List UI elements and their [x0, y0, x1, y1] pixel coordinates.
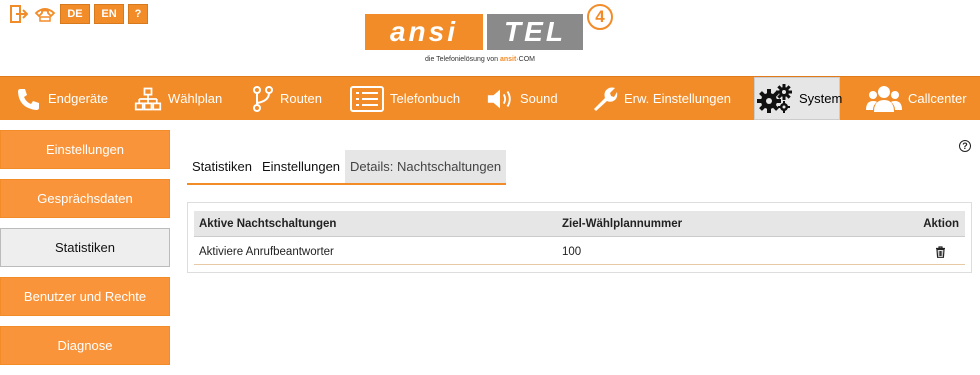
lang-de-button[interactable]: DE	[60, 4, 90, 24]
nav-label: System	[799, 91, 843, 106]
logo-ansi: ansi	[365, 14, 483, 50]
top-icons: DE EN ?	[8, 4, 148, 24]
nav-label: Callcenter	[908, 91, 967, 106]
gears-icon	[757, 83, 793, 113]
table-row: Aktiviere Anrufbeantworter 100	[194, 239, 965, 265]
nav-system[interactable]: System	[754, 77, 843, 120]
nav-label: Endgeräte	[48, 91, 108, 106]
sidebar-item-einstellungen[interactable]: Einstellungen	[0, 130, 170, 169]
delete-button[interactable]	[933, 239, 947, 265]
nav-label: Routen	[280, 91, 322, 106]
tab-einstellungen[interactable]: Einstellungen	[257, 150, 345, 183]
logo-version: 4	[587, 4, 613, 30]
sidebar-item-benutzer-und-rechte[interactable]: Benutzer und Rechte	[0, 277, 170, 316]
speaker-icon	[486, 85, 514, 113]
sidebar-item-gespraechsdaten[interactable]: Gesprächsdaten	[0, 179, 170, 218]
tab-bar: Statistiken Einstellungen Details: Nacht…	[187, 150, 507, 185]
tab-statistiken[interactable]: Statistiken	[187, 150, 257, 183]
sidebar-item-diagnose[interactable]: Diagnose	[0, 326, 170, 365]
nav-label: Wählplan	[168, 91, 223, 106]
phone-hangup-icon[interactable]	[34, 4, 56, 24]
nav-label: Sound	[520, 91, 558, 106]
route-icon	[252, 85, 274, 113]
table-header: Aktive Nachtschaltungen Ziel-Wählplannum…	[194, 211, 965, 237]
nav-label: Erw. Einstellungen	[624, 91, 731, 106]
column-header-action: Aktion	[923, 218, 959, 230]
nav-routen[interactable]: Routen	[252, 77, 322, 120]
addressbook-icon	[350, 85, 384, 113]
nav-label: Telefonbuch	[390, 91, 461, 106]
nav-telefonbuch[interactable]: Telefonbuch	[350, 77, 460, 120]
lang-en-button[interactable]: EN	[94, 4, 124, 24]
main-nav: Endgeräte Wählplan Routen Telefonbuch So…	[0, 76, 980, 120]
phone-icon	[14, 85, 42, 113]
ansitel-logo: ansi TEL 4 die Telefonielösung von ansit…	[365, 4, 615, 70]
logo-tel: TEL	[487, 14, 583, 50]
users-icon	[866, 85, 902, 113]
logout-icon[interactable]	[8, 4, 30, 24]
sitemap-icon	[134, 85, 162, 113]
top-bar: DE EN ? ansi TEL 4 die Telefonielösung v…	[0, 0, 980, 76]
column-header-target: Ziel-Wählplannummer	[562, 218, 683, 230]
sidebar-item-statistiken[interactable]: Statistiken	[0, 228, 170, 267]
trash-icon	[933, 245, 947, 259]
wrench-icon	[590, 85, 618, 113]
nav-erw-einstellungen[interactable]: Erw. Einstellungen	[590, 77, 731, 120]
cell-name: Aktiviere Anrufbeantworter	[199, 246, 334, 258]
cell-target: 100	[562, 246, 582, 258]
help-button[interactable]: ?	[128, 4, 148, 24]
nav-sound[interactable]: Sound	[486, 77, 558, 120]
nav-waehlplan[interactable]: Wählplan	[134, 77, 222, 120]
sidebar: Einstellungen Gesprächsdaten Statistiken…	[0, 130, 170, 375]
logo-tagline: die Telefonielösung von ansit·COM	[425, 56, 536, 63]
nachtschaltungen-panel: Aktive Nachtschaltungen Ziel-Wählplannum…	[187, 202, 972, 273]
nav-endgeraete[interactable]: Endgeräte	[14, 77, 108, 120]
nav-callcenter[interactable]: Callcenter	[866, 77, 967, 120]
column-header-name: Aktive Nachtschaltungen	[199, 218, 337, 230]
tab-details-nachtschaltungen[interactable]: Details: Nachtschaltungen	[345, 150, 507, 183]
help-icon[interactable]: ?	[959, 140, 971, 152]
